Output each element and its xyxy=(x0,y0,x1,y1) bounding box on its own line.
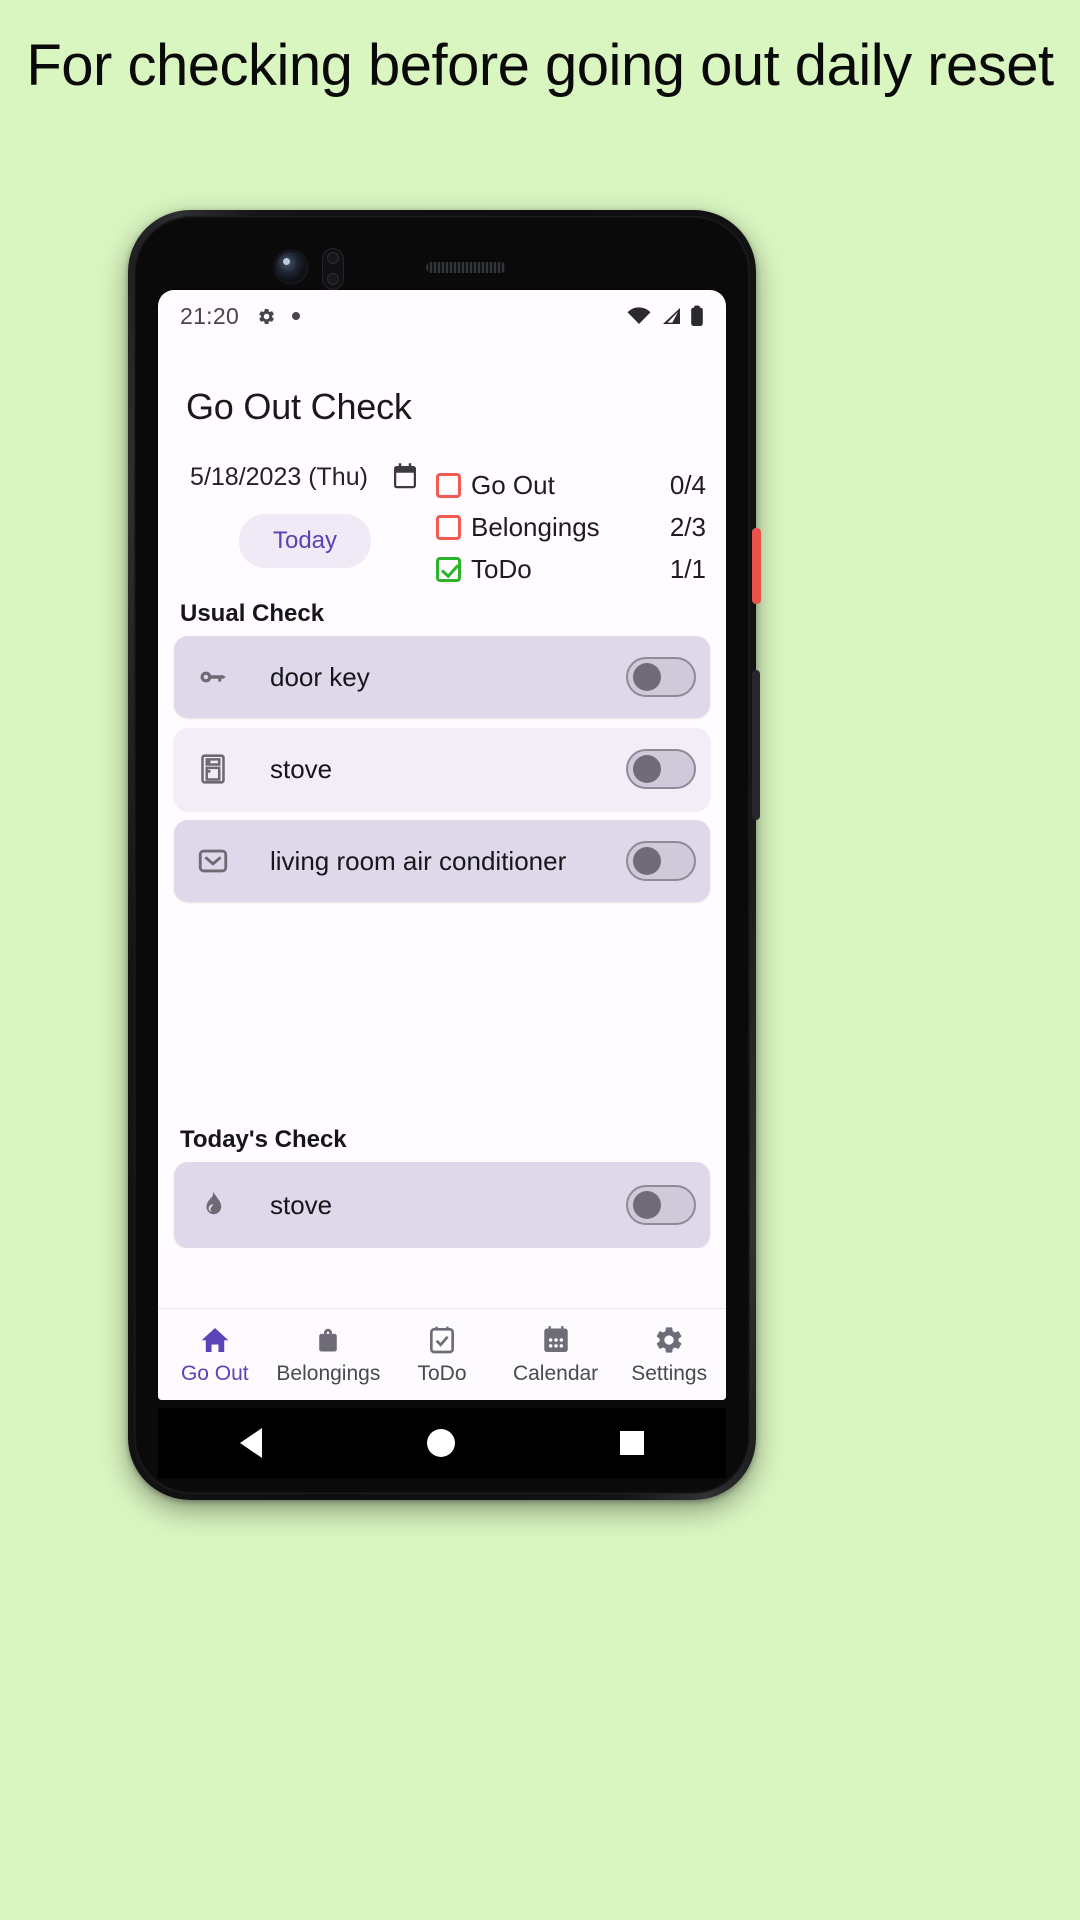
power-button[interactable] xyxy=(752,528,761,604)
stove-icon xyxy=(201,754,225,784)
tab-belongings[interactable]: Belongings xyxy=(272,1309,386,1400)
date-summary-row: 5/18/2023 (Thu) Today Go Out 0/4 Belongi… xyxy=(158,428,726,590)
back-button[interactable] xyxy=(240,1428,263,1458)
tab-label: Settings xyxy=(631,1361,708,1385)
status-right-icons xyxy=(626,305,704,327)
list-item[interactable]: stove xyxy=(174,728,710,810)
toggle-knob xyxy=(633,1191,661,1219)
flame-icon xyxy=(206,1191,222,1215)
summary-row-belongings[interactable]: Belongings 2/3 xyxy=(436,506,710,548)
signal-icon xyxy=(663,308,680,324)
date-line: 5/18/2023 (Thu) xyxy=(190,462,420,492)
bottom-spacer xyxy=(158,1248,726,1308)
list-item[interactable]: stove xyxy=(174,1162,710,1248)
bottom-navigation: Go Out Belongings ToDo Calendar Settings xyxy=(158,1308,726,1400)
summary-label-go-out: Go Out xyxy=(471,469,555,500)
recents-button[interactable] xyxy=(619,1431,644,1455)
earpiece-speaker xyxy=(426,262,506,273)
todays-check-heading: Today's Check xyxy=(180,1126,347,1153)
summary-count-todo: 1/1 xyxy=(669,553,706,584)
tab-todo[interactable]: ToDo xyxy=(385,1309,499,1400)
tab-label: ToDo xyxy=(417,1361,467,1385)
summary-count-belongings: 2/3 xyxy=(669,511,706,542)
list-item[interactable]: door key xyxy=(174,636,710,718)
calendar-icon[interactable] xyxy=(390,462,420,492)
page-title: For checking before going out daily rese… xyxy=(26,33,1054,98)
summary-count-go-out: 0/4 xyxy=(669,469,706,500)
today-button[interactable]: Today xyxy=(238,514,372,568)
phone-mockup: 21:20 Go Out Check 5/18/2023 (Thu) Today… xyxy=(128,210,761,1500)
list-item[interactable]: living room air conditioner xyxy=(174,820,710,902)
bag-icon xyxy=(319,1328,338,1351)
list-item-label: door key xyxy=(270,661,370,692)
tab-label: Calendar xyxy=(512,1361,599,1385)
tab-calendar[interactable]: Calendar xyxy=(499,1309,613,1400)
checkbox-belongings[interactable] xyxy=(436,514,461,540)
list-item-label: stove xyxy=(270,1189,333,1220)
toggle-knob xyxy=(633,755,661,783)
tab-go-out[interactable]: Go Out xyxy=(158,1309,272,1400)
system-navigation-bar xyxy=(158,1408,726,1478)
toggle-door-key[interactable] xyxy=(626,657,696,697)
proximity-sensor-icon xyxy=(322,248,344,290)
volume-button[interactable] xyxy=(752,670,760,820)
usual-check-list: door key stove living room air condition… xyxy=(158,636,726,912)
gear-icon xyxy=(259,308,274,324)
dot-icon xyxy=(292,312,301,320)
home-icon xyxy=(201,1327,229,1352)
summary-list: Go Out 0/4 Belongings 2/3 ToDo 1/1 xyxy=(436,462,710,590)
summary-label-todo: ToDo xyxy=(471,553,532,584)
toggle-air-conditioner[interactable] xyxy=(626,841,696,881)
battery-icon xyxy=(691,305,703,326)
todays-check-list: stove xyxy=(158,1162,726,1248)
date-column: 5/18/2023 (Thu) Today xyxy=(174,462,436,590)
gear-icon xyxy=(656,1326,682,1353)
usual-check-heading: Usual Check xyxy=(180,600,325,627)
key-icon xyxy=(200,671,226,683)
list-item-label: living room air conditioner xyxy=(270,845,567,876)
calendar-grid-icon xyxy=(543,1325,568,1352)
summary-row-go-out[interactable]: Go Out 0/4 xyxy=(436,464,710,506)
toggle-knob xyxy=(633,847,661,875)
tab-settings[interactable]: Settings xyxy=(612,1309,726,1400)
checkbox-todo[interactable] xyxy=(436,556,461,582)
app-title: Go Out Check xyxy=(186,386,412,427)
toggle-todays-stove[interactable] xyxy=(626,1185,696,1225)
summary-row-todo[interactable]: ToDo 1/1 xyxy=(436,548,710,590)
tab-label: Go Out xyxy=(180,1361,249,1385)
toggle-stove[interactable] xyxy=(626,749,696,789)
list-item-label: stove xyxy=(270,753,333,784)
home-button[interactable] xyxy=(426,1429,455,1457)
selected-date: 5/18/2023 (Thu) xyxy=(190,462,368,491)
task-check-icon xyxy=(429,1326,454,1353)
air-conditioner-icon xyxy=(198,849,228,873)
phone-screen: 21:20 Go Out Check 5/18/2023 (Thu) Today… xyxy=(158,290,726,1400)
status-time: 21:20 xyxy=(180,302,240,329)
status-left-icons xyxy=(257,307,301,326)
summary-label-belongings: Belongings xyxy=(471,511,600,542)
wifi-icon xyxy=(627,307,651,324)
tab-label: Belongings xyxy=(276,1361,381,1385)
toggle-knob xyxy=(633,663,661,691)
front-camera-icon xyxy=(276,252,306,282)
status-bar: 21:20 xyxy=(158,290,726,342)
checkbox-go-out[interactable] xyxy=(436,472,461,498)
